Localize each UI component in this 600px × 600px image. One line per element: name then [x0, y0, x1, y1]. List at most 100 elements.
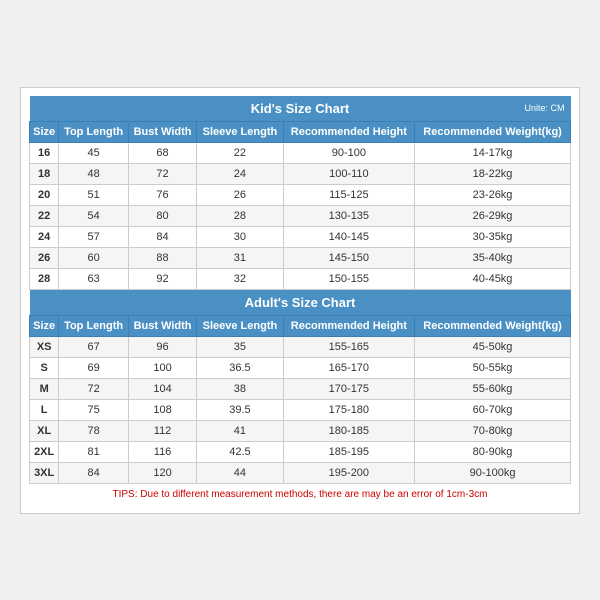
kids-weight-0: 14-17kg	[415, 142, 571, 163]
kids-top-2: 51	[59, 184, 129, 205]
adults-size-4: XL	[30, 420, 59, 441]
kids-size-1: 18	[30, 163, 59, 184]
kids-bust-4: 84	[128, 226, 196, 247]
adults-weight-2: 55-60kg	[415, 378, 571, 399]
adults-top-2: 72	[59, 378, 129, 399]
kids-top-3: 54	[59, 205, 129, 226]
tips-row: TIPS: Due to different measurement metho…	[30, 483, 571, 505]
adults-sleeve-2: 38	[197, 378, 283, 399]
adults-top-3: 75	[59, 399, 129, 420]
adults-weight-1: 50-55kg	[415, 357, 571, 378]
kids-sleeve-5: 31	[197, 247, 283, 268]
kids-row-5: 26 60 88 31 145-150 35-40kg	[30, 247, 571, 268]
kids-header-rec-height: Recommended Height	[283, 121, 415, 142]
adults-size-5: 2XL	[30, 441, 59, 462]
kids-sleeve-3: 28	[197, 205, 283, 226]
adults-row-1: S 69 100 36.5 165-170 50-55kg	[30, 357, 571, 378]
kids-title: Kid's Size Chart	[251, 101, 349, 116]
adults-weight-0: 45-50kg	[415, 336, 571, 357]
adults-sleeve-1: 36.5	[197, 357, 283, 378]
kids-height-1: 100-110	[283, 163, 415, 184]
adults-header-sleeve-length: Sleeve Length	[197, 315, 283, 336]
adults-header-size: Size	[30, 315, 59, 336]
adults-top-5: 81	[59, 441, 129, 462]
kids-height-4: 140-145	[283, 226, 415, 247]
adults-sleeve-5: 42.5	[197, 441, 283, 462]
kids-height-3: 130-135	[283, 205, 415, 226]
kids-top-4: 57	[59, 226, 129, 247]
kids-height-6: 150-155	[283, 268, 415, 289]
adults-top-4: 78	[59, 420, 129, 441]
adults-size-2: M	[30, 378, 59, 399]
kids-header-top-length: Top Length	[59, 121, 129, 142]
kids-weight-3: 26-29kg	[415, 205, 571, 226]
kids-size-2: 20	[30, 184, 59, 205]
kids-bust-3: 80	[128, 205, 196, 226]
adults-row-0: XS 67 96 35 155-165 45-50kg	[30, 336, 571, 357]
kids-size-6: 28	[30, 268, 59, 289]
kids-bust-6: 92	[128, 268, 196, 289]
kids-title-cell: Kid's Size Chart Unite: CM	[30, 96, 571, 122]
adults-top-6: 84	[59, 462, 129, 483]
kids-sleeve-2: 26	[197, 184, 283, 205]
adults-bust-6: 120	[128, 462, 196, 483]
kids-height-5: 145-150	[283, 247, 415, 268]
adults-weight-3: 60-70kg	[415, 399, 571, 420]
kids-bust-0: 68	[128, 142, 196, 163]
kids-sleeve-0: 22	[197, 142, 283, 163]
kids-weight-5: 35-40kg	[415, 247, 571, 268]
adults-row-5: 2XL 81 116 42.5 185-195 80-90kg	[30, 441, 571, 462]
adults-section-header: Adult's Size Chart	[30, 289, 571, 315]
kids-bust-1: 72	[128, 163, 196, 184]
adults-sleeve-4: 41	[197, 420, 283, 441]
adults-row-2: M 72 104 38 170-175 55-60kg	[30, 378, 571, 399]
kids-header-size: Size	[30, 121, 59, 142]
kids-size-4: 24	[30, 226, 59, 247]
kids-row-3: 22 54 80 28 130-135 26-29kg	[30, 205, 571, 226]
adults-size-6: 3XL	[30, 462, 59, 483]
adults-header-rec-weight: Recommended Weight(kg)	[415, 315, 571, 336]
adults-bust-3: 108	[128, 399, 196, 420]
adults-weight-4: 70-80kg	[415, 420, 571, 441]
adults-title-cell: Adult's Size Chart	[30, 289, 571, 315]
adults-size-1: S	[30, 357, 59, 378]
kids-bust-5: 88	[128, 247, 196, 268]
kids-weight-1: 18-22kg	[415, 163, 571, 184]
adults-weight-5: 80-90kg	[415, 441, 571, 462]
adults-col-header: Size Top Length Bust Width Sleeve Length…	[30, 315, 571, 336]
adults-row-4: XL 78 112 41 180-185 70-80kg	[30, 420, 571, 441]
adults-header-bust-width: Bust Width	[128, 315, 196, 336]
kids-top-6: 63	[59, 268, 129, 289]
kids-row-6: 28 63 92 32 150-155 40-45kg	[30, 268, 571, 289]
adults-size-3: L	[30, 399, 59, 420]
adults-title: Adult's Size Chart	[245, 295, 356, 310]
adults-height-1: 165-170	[283, 357, 415, 378]
adults-bust-4: 112	[128, 420, 196, 441]
adults-height-4: 180-185	[283, 420, 415, 441]
kids-weight-4: 30-35kg	[415, 226, 571, 247]
kids-section-header: Kid's Size Chart Unite: CM	[30, 96, 571, 122]
adults-height-6: 195-200	[283, 462, 415, 483]
tips-text: TIPS: Due to different measurement metho…	[30, 483, 571, 505]
adults-height-0: 155-165	[283, 336, 415, 357]
chart-container: Kid's Size Chart Unite: CM Size Top Leng…	[20, 87, 580, 514]
adults-height-3: 175-180	[283, 399, 415, 420]
adults-bust-0: 96	[128, 336, 196, 357]
adults-height-5: 185-195	[283, 441, 415, 462]
adults-row-3: L 75 108 39.5 175-180 60-70kg	[30, 399, 571, 420]
kids-top-5: 60	[59, 247, 129, 268]
kids-sleeve-4: 30	[197, 226, 283, 247]
kids-col-header: Size Top Length Bust Width Sleeve Length…	[30, 121, 571, 142]
adults-bust-1: 100	[128, 357, 196, 378]
adults-height-2: 170-175	[283, 378, 415, 399]
adults-header-top-length: Top Length	[59, 315, 129, 336]
kids-row-4: 24 57 84 30 140-145 30-35kg	[30, 226, 571, 247]
adults-bust-5: 116	[128, 441, 196, 462]
kids-bust-2: 76	[128, 184, 196, 205]
kids-header-bust-width: Bust Width	[128, 121, 196, 142]
kids-row-0: 16 45 68 22 90-100 14-17kg	[30, 142, 571, 163]
adults-sleeve-0: 35	[197, 336, 283, 357]
adults-bust-2: 104	[128, 378, 196, 399]
size-chart-table: Kid's Size Chart Unite: CM Size Top Leng…	[29, 96, 571, 505]
adults-sleeve-6: 44	[197, 462, 283, 483]
